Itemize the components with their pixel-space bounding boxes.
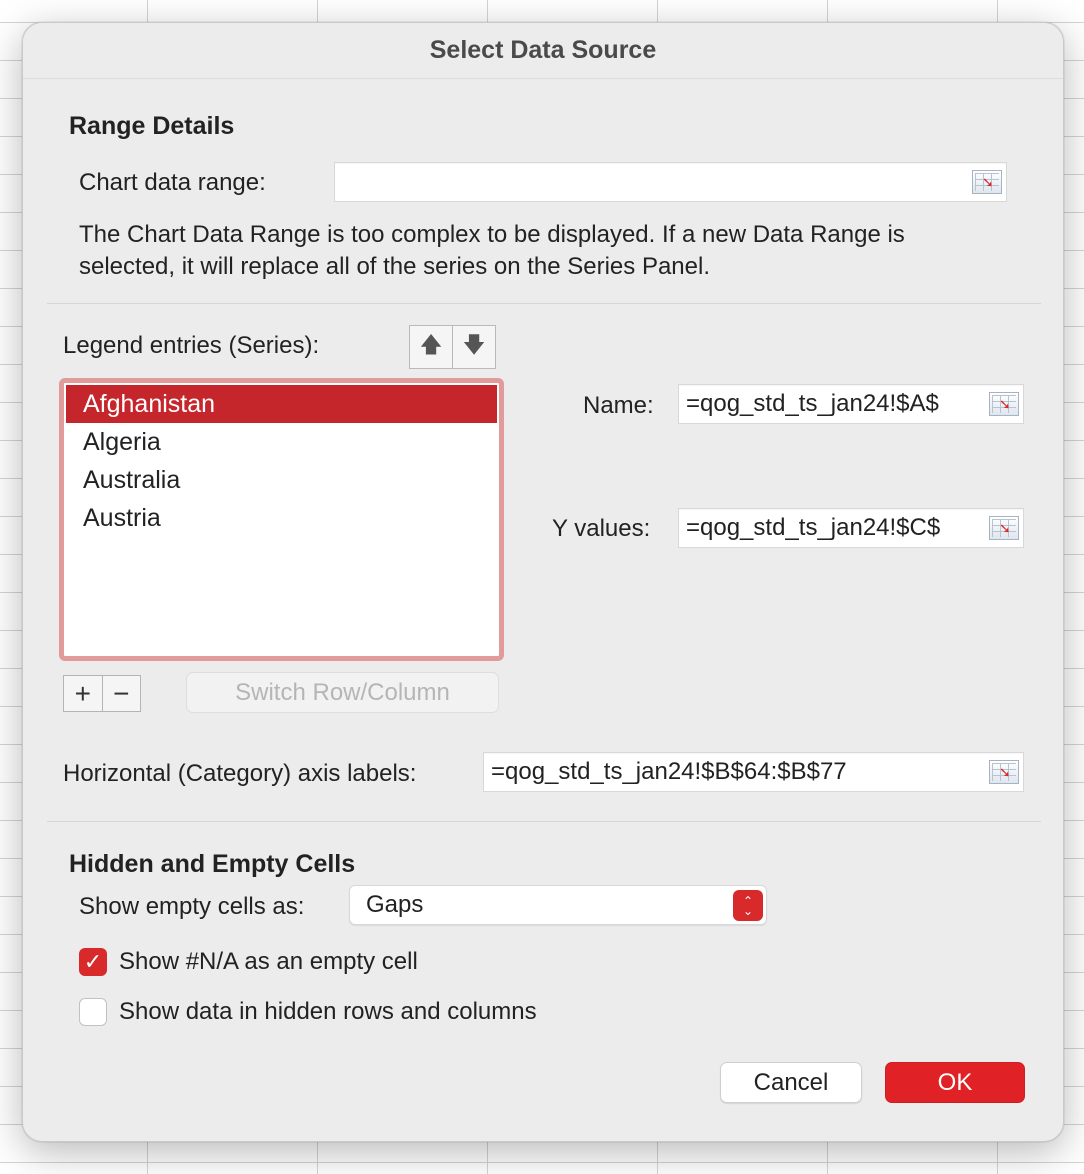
arrow-up-icon: 🡅 <box>419 332 443 357</box>
series-item-algeria[interactable]: Algeria <box>66 423 497 461</box>
series-item-australia[interactable]: Australia <box>66 461 497 499</box>
series-item-austria[interactable]: Austria <box>66 499 497 537</box>
series-order-buttons: 🡅 🡇 <box>409 325 496 369</box>
select-data-source-dialog: Select Data Source Range Details Chart d… <box>22 22 1064 1142</box>
separator <box>47 821 1041 822</box>
add-remove-series-buttons: + − <box>63 675 141 712</box>
dialog-titlebar[interactable]: Select Data Source <box>23 23 1063 79</box>
remove-series-button[interactable]: − <box>103 676 141 711</box>
series-item-afghanistan[interactable]: Afghanistan <box>66 385 497 423</box>
chart-data-range-field[interactable]: ➘ <box>334 162 1007 202</box>
range-description: The Chart Data Range is too complex to b… <box>79 221 905 280</box>
hidden-empty-cells-heading: Hidden and Empty Cells <box>69 850 356 878</box>
ok-button[interactable]: OK <box>885 1062 1025 1103</box>
move-series-up-button[interactable]: 🡅 <box>410 326 453 368</box>
category-axis-labels-value: =qog_std_ts_jan24!$B$64:$B$77 <box>491 758 847 785</box>
move-series-down-button[interactable]: 🡇 <box>453 326 495 368</box>
y-values-value: =qog_std_ts_jan24!$C$ <box>686 514 941 541</box>
show-empty-cells-select[interactable]: Gaps ⌃ ⌄ <box>349 885 767 925</box>
range-selector-icon[interactable]: ➘ <box>989 392 1019 416</box>
legend-entries-label: Legend entries (Series): <box>63 332 320 359</box>
y-values-field[interactable]: =qog_std_ts_jan24!$C$ ➘ <box>678 508 1024 548</box>
show-hidden-data-checkbox[interactable] <box>79 998 107 1026</box>
range-details-heading: Range Details <box>69 112 235 140</box>
range-selector-icon[interactable]: ➘ <box>972 170 1002 194</box>
range-selector-icon[interactable]: ➘ <box>989 760 1019 784</box>
separator <box>47 303 1041 304</box>
show-empty-cells-label: Show empty cells as: <box>79 893 305 920</box>
add-series-button[interactable]: + <box>64 676 103 711</box>
switch-row-column-button[interactable]: Switch Row/Column <box>186 672 499 713</box>
chevron-updown-icon: ⌃ ⌄ <box>733 890 763 921</box>
show-hidden-data-label[interactable]: Show data in hidden rows and columns <box>119 998 537 1026</box>
arrow-down-icon: 🡇 <box>462 332 486 357</box>
series-name-value: =qog_std_ts_jan24!$A$ <box>686 390 939 417</box>
show-na-as-empty-checkbox[interactable]: ✓ <box>79 948 107 976</box>
dialog-title: Select Data Source <box>429 36 657 64</box>
show-empty-cells-value: Gaps <box>366 891 424 918</box>
show-na-as-empty-label[interactable]: Show #N/A as an empty cell <box>119 948 418 976</box>
checkmark-icon: ✓ <box>83 949 103 974</box>
series-list[interactable]: Afghanistan Algeria Australia Austria <box>59 378 504 661</box>
series-name-label: Name: <box>583 392 654 419</box>
chart-data-range-label: Chart data range: <box>79 169 266 196</box>
category-axis-labels-field[interactable]: =qog_std_ts_jan24!$B$64:$B$77 ➘ <box>483 752 1024 792</box>
category-axis-labels-label: Horizontal (Category) axis labels: <box>63 760 417 787</box>
series-name-field[interactable]: =qog_std_ts_jan24!$A$ ➘ <box>678 384 1024 424</box>
cancel-button[interactable]: Cancel <box>720 1062 862 1103</box>
range-selector-icon[interactable]: ➘ <box>989 516 1019 540</box>
y-values-label: Y values: <box>552 515 651 542</box>
